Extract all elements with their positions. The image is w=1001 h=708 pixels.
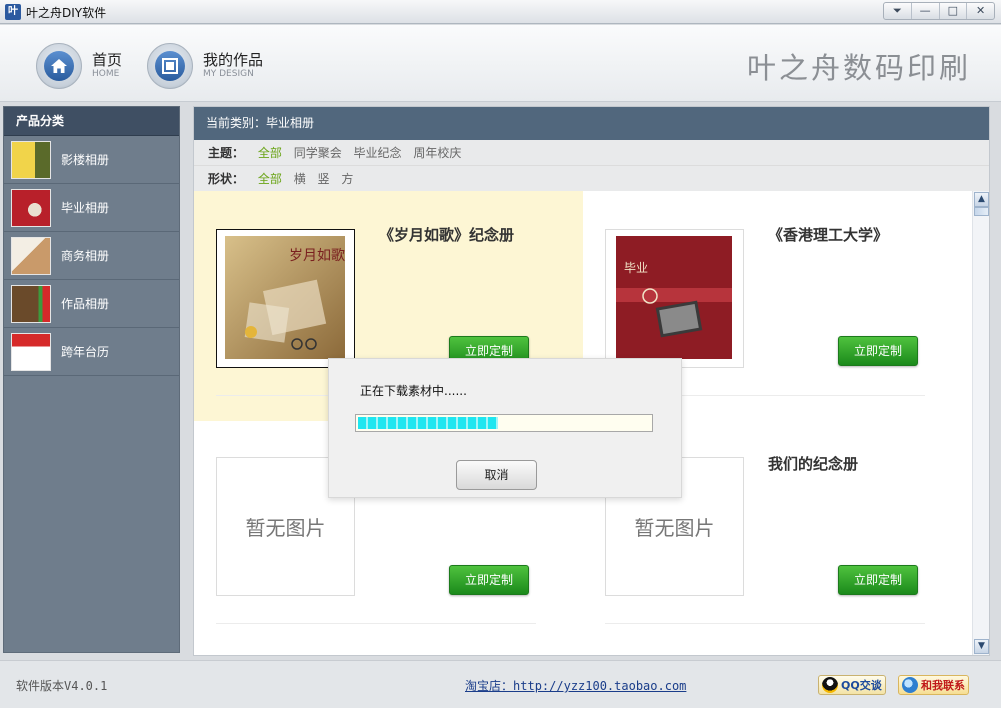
- customize-button[interactable]: 立即定制: [838, 565, 918, 595]
- shape-filter-label: 形状：: [208, 172, 245, 186]
- contact-me-label: 和我联系: [921, 679, 965, 692]
- product-title: 《岁月如歌》纪念册: [379, 226, 515, 244]
- category-thumbnail: [11, 332, 51, 371]
- sidebar-item-label: 作品相册: [61, 297, 110, 311]
- home-icon: [36, 43, 82, 89]
- svg-text:岁月如歌: 岁月如歌: [289, 248, 345, 264]
- sidebar-item-label: 商务相册: [61, 249, 110, 263]
- vertical-scrollbar[interactable]: ▲ ▼: [972, 191, 989, 655]
- category-thumbnail: [11, 140, 51, 179]
- sidebar-item-label: 影楼相册: [61, 153, 110, 167]
- sidebar-item-business-album[interactable]: 商务相册: [4, 232, 179, 280]
- my-design-icon: [147, 43, 193, 89]
- title-bar: 叶 叶之舟DIY软件 ⏷ — □ ✕: [0, 0, 1001, 24]
- version-text: 软件版本V4.0.1: [16, 679, 108, 693]
- sidebar-item-calendar[interactable]: 跨年台历: [4, 328, 179, 376]
- contact-me-button[interactable]: 和我联系: [898, 675, 969, 695]
- product-title: 《香港理工大学》: [768, 226, 889, 244]
- shape-option-landscape[interactable]: 横: [294, 172, 306, 186]
- category-sidebar: 产品分类 影楼相册 毕业相册 商务相册 作品相册 跨年台历: [3, 106, 180, 653]
- app-header: 首页 HOME 我的作品 MY DESIGN 叶之舟数码印刷: [0, 25, 1001, 102]
- theme-filter: 主题： 全部 同学聚会 毕业纪念 周年校庆: [194, 140, 989, 166]
- theme-option-anniversary[interactable]: 周年校庆: [413, 146, 461, 160]
- sidebar-item-studio-album[interactable]: 影楼相册: [4, 136, 179, 184]
- qq-penguin-icon: [822, 677, 838, 693]
- shape-option-all[interactable]: 全部: [258, 172, 282, 186]
- cancel-button[interactable]: 取消: [456, 460, 537, 490]
- theme-option-reunion[interactable]: 同学聚会: [294, 146, 342, 160]
- shape-filter: 形状： 全部 横 竖 方: [194, 166, 989, 192]
- shop-link[interactable]: 淘宝店：http://yzz100.taobao.com: [465, 677, 686, 694]
- product-title: 我们的纪念册: [768, 455, 859, 473]
- card-divider: [216, 623, 536, 624]
- theme-filter-label: 主题：: [208, 146, 245, 160]
- minimize-button[interactable]: —: [912, 3, 940, 19]
- shop-link-label: 淘宝店：: [465, 679, 514, 693]
- category-thumbnail: [11, 284, 51, 323]
- sidebar-item-graduation-album[interactable]: 毕业相册: [4, 184, 179, 232]
- scroll-down-icon[interactable]: ▼: [974, 639, 989, 654]
- scroll-up-icon[interactable]: ▲: [974, 192, 989, 207]
- theme-option-all[interactable]: 全部: [258, 146, 282, 160]
- menu-dropdown-button[interactable]: ⏷: [884, 3, 912, 19]
- shape-option-portrait[interactable]: 竖: [318, 172, 330, 186]
- globe-icon: [902, 677, 918, 693]
- card-divider: [605, 623, 925, 624]
- customize-button[interactable]: 立即定制: [838, 336, 918, 366]
- nav-home-sublabel: HOME: [92, 69, 120, 79]
- progress-fill: [358, 417, 498, 429]
- window-title: 叶之舟DIY软件: [26, 6, 107, 20]
- sidebar-item-label: 毕业相册: [61, 201, 110, 215]
- download-dialog: 正在下载素材中...... 取消: [328, 358, 682, 498]
- nav-my-design-label: 我的作品: [203, 51, 264, 69]
- category-thumbnail: [11, 236, 51, 275]
- window-controls: ⏷ — □ ✕: [883, 2, 995, 20]
- brand-title: 叶之舟数码印刷: [746, 51, 971, 85]
- breadcrumb: 当前类别：毕业相册: [194, 107, 989, 140]
- sidebar-item-portfolio-album[interactable]: 作品相册: [4, 280, 179, 328]
- nav-my-design-sublabel: MY DESIGN: [203, 69, 254, 79]
- qq-chat-label: QQ交谈: [841, 679, 882, 692]
- status-footer: 软件版本V4.0.1 淘宝店：http://yzz100.taobao.com …: [0, 660, 1001, 708]
- app-icon: 叶: [5, 4, 21, 20]
- svg-text:毕业: 毕业: [624, 261, 648, 275]
- nav-home-label: 首页: [92, 51, 123, 69]
- close-button[interactable]: ✕: [967, 3, 994, 19]
- category-thumbnail: [11, 188, 51, 227]
- album-cover-vintage[interactable]: 岁月如歌: [216, 229, 355, 368]
- sidebar-title: 产品分类: [4, 107, 179, 136]
- scroll-thumb[interactable]: [974, 207, 989, 216]
- download-progress-bar: [355, 414, 653, 432]
- qq-chat-button[interactable]: QQ交谈: [818, 675, 886, 695]
- album-cover-red[interactable]: 毕业: [605, 229, 744, 368]
- nav-home[interactable]: 首页 HOME: [36, 43, 122, 89]
- maximize-button[interactable]: □: [940, 3, 968, 19]
- sidebar-item-label: 跨年台历: [61, 345, 110, 359]
- theme-option-graduation[interactable]: 毕业纪念: [354, 146, 402, 160]
- shape-option-square[interactable]: 方: [341, 172, 353, 186]
- shop-link-url: http://yzz100.taobao.com: [513, 679, 687, 693]
- customize-button[interactable]: 立即定制: [449, 565, 529, 595]
- download-message: 正在下载素材中......: [360, 384, 467, 398]
- nav-my-design[interactable]: 我的作品 MY DESIGN: [147, 43, 263, 89]
